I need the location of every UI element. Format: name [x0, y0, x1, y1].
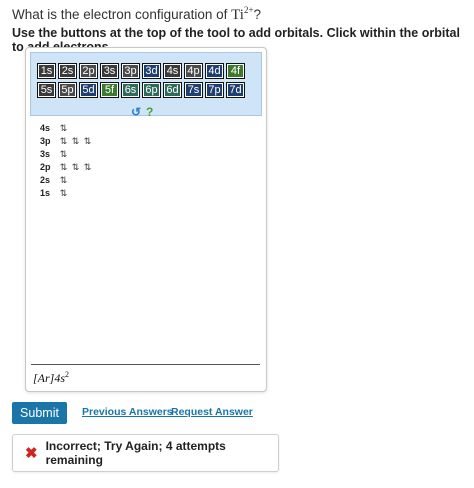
answer-orbital: 4s: [54, 371, 66, 385]
orbital-level-3p[interactable]: 3p ⇅ ⇅ ⇅: [40, 135, 94, 147]
orbital-button-5d[interactable]: 5d: [79, 82, 98, 98]
orbital-box[interactable]: ⇅: [82, 136, 92, 147]
orbital-box[interactable]: ⇅: [58, 136, 68, 147]
submit-button[interactable]: Submit: [12, 402, 67, 424]
orbital-level-2p[interactable]: 2p ⇅ ⇅ ⇅: [40, 161, 94, 173]
orbital-button-4p[interactable]: 4p: [184, 63, 203, 79]
orbital-button-6s[interactable]: 6s: [121, 82, 140, 98]
orbital-box[interactable]: ⇅: [58, 123, 68, 134]
orbital-level-label: 4s: [40, 123, 51, 133]
orbital-button-3s[interactable]: 3s: [100, 63, 119, 79]
orbital-palette: 1s 2s 2p 3s 3p 3d 4s 4p 4d 4f 5s 5p 5d 5f 6s 6p 6d 7s 7p 7…: [30, 52, 262, 119]
feedback-text: Incorrect; Try Again; 4 attempts remaini…: [45, 439, 226, 467]
answer-core: [Ar]: [33, 371, 55, 385]
help-icon[interactable]: ?: [146, 105, 153, 119]
orbital-button-2s[interactable]: 2s: [58, 63, 77, 79]
orbital-level-label: 2s: [40, 175, 51, 185]
orbital-button-5s[interactable]: 5s: [37, 82, 56, 98]
orbital-button-6p[interactable]: 6p: [142, 82, 161, 98]
orbital-level-1s[interactable]: 1s ⇅: [40, 187, 70, 199]
orbital-button-4f[interactable]: 4f: [226, 63, 245, 79]
orbital-box[interactable]: ⇅: [70, 162, 80, 173]
orbital-row-2: 5s 5p 5d 5f 6s 6p 6d 7s 7p 7d: [37, 82, 245, 98]
orbital-button-7d[interactable]: 7d: [226, 82, 245, 98]
answer-divider: [31, 364, 260, 365]
orbital-button-4s[interactable]: 4s: [163, 63, 182, 79]
orbital-box[interactable]: ⇅: [58, 162, 68, 173]
orbital-box[interactable]: ⇅: [70, 136, 80, 147]
orbital-level-4s[interactable]: 4s ⇅: [40, 122, 70, 134]
orbital-button-2p[interactable]: 2p: [79, 63, 98, 79]
orbital-level-label: 3s: [40, 149, 51, 159]
orbital-level-label: 3p: [40, 136, 51, 146]
orbital-row-1: 1s 2s 2p 3s 3p 3d 4s 4p 4d 4f: [37, 63, 245, 79]
orbital-button-3d[interactable]: 3d: [142, 63, 161, 79]
orbital-box[interactable]: ⇅: [58, 188, 68, 199]
orbital-button-5p[interactable]: 5p: [58, 82, 77, 98]
previous-answers-link[interactable]: Previous Answers: [82, 406, 173, 418]
question-prefix: What is the electron configuration of: [12, 7, 228, 22]
orbital-box[interactable]: ⇅: [58, 149, 68, 160]
orbital-level-label: 1s: [40, 188, 51, 198]
element-symbol: Ti2+: [231, 5, 254, 23]
answer-configuration: [Ar]4s2: [33, 370, 69, 386]
orbital-button-3p[interactable]: 3p: [121, 63, 140, 79]
request-answer-link[interactable]: Request Answer: [171, 406, 253, 418]
orbital-button-5f[interactable]: 5f: [100, 82, 119, 98]
feedback-box: ✖ Incorrect; Try Again; 4 attempts remai…: [12, 434, 279, 472]
orbital-button-7p[interactable]: 7p: [205, 82, 224, 98]
orbital-button-4d[interactable]: 4d: [205, 63, 224, 79]
refresh-icon[interactable]: ↺: [131, 105, 141, 119]
question-text: What is the electron configuration of Ti…: [12, 5, 261, 24]
question-suffix: ?: [253, 7, 262, 22]
orbital-level-2s[interactable]: 2s ⇅: [40, 174, 70, 186]
orbital-button-1s[interactable]: 1s: [37, 63, 56, 79]
element-charge: 2+: [243, 5, 254, 15]
orbital-level-label: 2p: [40, 162, 51, 172]
orbital-button-6d[interactable]: 6d: [163, 82, 182, 98]
orbital-level-3s[interactable]: 3s ⇅: [40, 148, 70, 160]
orbital-box[interactable]: ⇅: [82, 162, 92, 173]
orbital-tool: 1s 2s 2p 3s 3p 3d 4s 4p 4d 4f 5s 5p 5d 5f 6s 6p 6d 7s 7p 7…: [25, 47, 267, 392]
answer-electrons: 2: [65, 370, 70, 379]
orbital-button-7s[interactable]: 7s: [184, 82, 203, 98]
orbital-box[interactable]: ⇅: [58, 175, 68, 186]
error-x-icon: ✖: [25, 445, 38, 462]
